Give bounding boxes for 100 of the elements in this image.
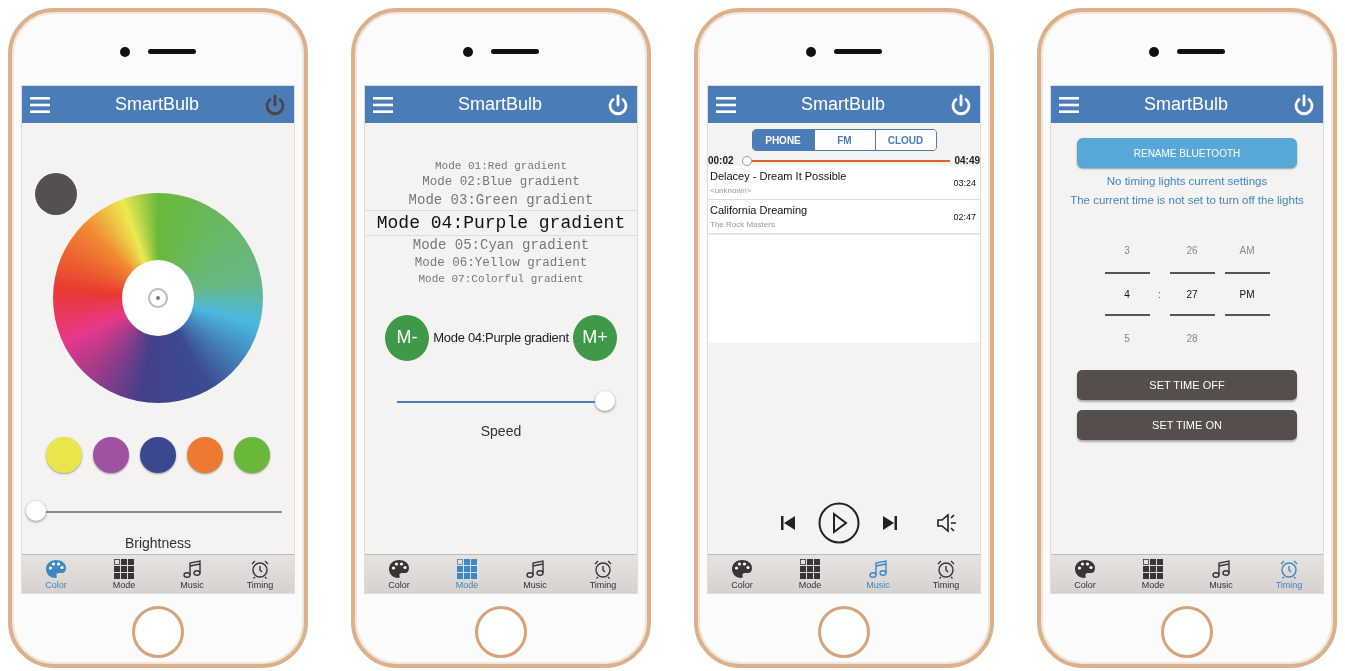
- app-title: SmartBulb: [800, 94, 885, 115]
- app-title: SmartBulb: [1143, 94, 1228, 115]
- home-button[interactable]: [818, 606, 870, 658]
- nav-tab[interactable]: Timing: [912, 555, 980, 593]
- palette-icon: [45, 558, 67, 579]
- mode-option[interactable]: Mode 03:Green gradient: [408, 190, 594, 210]
- nav-tab[interactable]: Mode: [776, 555, 844, 593]
- preset-color-swatch[interactable]: [187, 437, 223, 473]
- source-tab[interactable]: FM: [813, 130, 875, 150]
- grid-icon: [114, 558, 134, 579]
- song-row[interactable]: California Dreaming The Rock Masters 02:47: [708, 200, 980, 234]
- song-row[interactable]: Delacey - Dream It Possible <unknown> 03:24: [708, 166, 980, 200]
- picker-value[interactable]: 3: [1124, 228, 1130, 272]
- power-icon[interactable]: [1293, 93, 1315, 116]
- speaker-grille-icon: [491, 49, 539, 54]
- camera-icon: [463, 46, 473, 57]
- status-message: No timing lights current settings: [1105, 175, 1269, 187]
- preset-color-swatch[interactable]: [93, 437, 129, 473]
- menu-icon[interactable]: [373, 96, 393, 113]
- nav-tab[interactable]: Music: [1187, 555, 1255, 593]
- status-message: The current time is not set to turn off the lights: [1069, 194, 1305, 206]
- source-tab[interactable]: CLOUD: [874, 130, 936, 150]
- power-icon[interactable]: [607, 93, 629, 116]
- elapsed-time: 00:02: [708, 155, 734, 166]
- speaker-grille-icon: [1177, 49, 1225, 54]
- total-time: 04:49: [954, 155, 980, 166]
- mode-option[interactable]: Mode 07:Colorful gradient: [418, 271, 584, 287]
- picker-value[interactable]: 28: [1186, 316, 1198, 360]
- nav-tab[interactable]: Music: [501, 555, 569, 593]
- source-tab[interactable]: PHONE: [752, 130, 814, 150]
- nav-tab[interactable]: Color: [1051, 555, 1119, 593]
- palette-icon: [731, 558, 753, 579]
- menu-icon[interactable]: [30, 96, 50, 113]
- power-icon[interactable]: [264, 93, 286, 116]
- picker-value[interactable]: 4: [1104, 272, 1150, 316]
- set-time-button[interactable]: SET TIME ON: [1077, 410, 1297, 440]
- nav-tab[interactable]: Color: [708, 555, 776, 593]
- palette-icon: [1074, 558, 1096, 579]
- progress-thumb[interactable]: [741, 155, 752, 166]
- song-title: California Dreaming: [710, 204, 808, 216]
- speaker-icon[interactable]: [936, 513, 958, 533]
- power-icon[interactable]: [950, 93, 972, 116]
- mode-option[interactable]: Mode 04:Purple gradient: [365, 209, 637, 236]
- next-track-icon[interactable]: [882, 515, 898, 531]
- mode-option[interactable]: Mode 05:Cyan gradient: [412, 235, 590, 255]
- preset-color-swatch[interactable]: [46, 437, 82, 473]
- menu-icon[interactable]: [716, 96, 736, 113]
- song-duration: 03:24: [953, 177, 976, 188]
- app-screen: SmartBulb RENAME BLUETOOTH No timing lights current settings The current time is not set to turn off the lights 3 4 5 : 26 27 28 AM PM SET TIME OFF SET TIME ON Color Mode Music Timing: [1050, 85, 1324, 594]
- nav-tab[interactable]: Music: [844, 555, 912, 593]
- song-title: Delacey - Dream It Possible: [710, 170, 847, 182]
- speaker-grille-icon: [834, 49, 882, 54]
- music-note-icon: [525, 558, 545, 579]
- home-button[interactable]: [1161, 606, 1213, 658]
- song-duration: 02:47: [953, 211, 976, 222]
- nav-tab[interactable]: Timing: [226, 555, 294, 593]
- nav-tab[interactable]: Mode: [433, 555, 501, 593]
- alarm-clock-icon: [593, 558, 613, 579]
- grid-icon: [457, 558, 477, 579]
- alarm-clock-icon: [250, 558, 270, 579]
- picker-value[interactable]: PM: [1224, 272, 1270, 316]
- alarm-clock-icon: [936, 558, 956, 579]
- grid-icon: [1143, 558, 1163, 579]
- nav-tab[interactable]: Mode: [1119, 555, 1187, 593]
- brightness-slider-thumb[interactable]: [26, 501, 46, 521]
- grid-icon: [800, 558, 820, 579]
- next-mode-button[interactable]: M+: [573, 314, 617, 361]
- preset-color-swatch[interactable]: [234, 437, 270, 473]
- music-note-icon: [182, 558, 202, 579]
- app-title: SmartBulb: [114, 94, 199, 115]
- menu-icon[interactable]: [1059, 96, 1079, 113]
- nav-tab[interactable]: Timing: [1255, 555, 1323, 593]
- picker-value[interactable]: AM: [1239, 228, 1255, 272]
- camera-icon: [120, 46, 130, 57]
- previous-track-icon[interactable]: [780, 515, 796, 531]
- rename-bluetooth-button[interactable]: RENAME BLUETOOTH: [1077, 138, 1297, 168]
- picker-value[interactable]: 26: [1186, 228, 1198, 272]
- nav-tab[interactable]: Color: [22, 555, 90, 593]
- mode-option[interactable]: Mode 02:Blue gradient: [422, 173, 580, 191]
- speed-slider-thumb[interactable]: [595, 390, 615, 411]
- speed-label: Speed: [479, 422, 523, 439]
- camera-icon: [806, 46, 816, 57]
- nav-tab[interactable]: Timing: [569, 555, 637, 593]
- nav-tab[interactable]: Color: [365, 555, 433, 593]
- current-mode-label: Mode 04:Purple gradient: [433, 330, 569, 345]
- home-button[interactable]: [475, 606, 527, 658]
- set-time-button[interactable]: SET TIME OFF: [1077, 370, 1297, 400]
- play-icon[interactable]: [818, 502, 860, 544]
- camera-icon: [1149, 46, 1159, 57]
- picker-value[interactable]: 5: [1124, 316, 1130, 360]
- wheel-knob-icon: [148, 288, 168, 308]
- mode-option[interactable]: Mode 06:Yellow gradient: [414, 254, 588, 272]
- previous-mode-button[interactable]: M-: [385, 314, 429, 361]
- home-button[interactable]: [132, 606, 184, 658]
- nav-tab[interactable]: Mode: [90, 555, 158, 593]
- nav-tab[interactable]: Music: [158, 555, 226, 593]
- picker-value[interactable]: 27: [1169, 272, 1215, 316]
- preset-color-swatch[interactable]: [140, 437, 176, 473]
- mode-option[interactable]: Mode 01:Red gradient: [435, 159, 567, 174]
- song-artist: The Rock Masters: [710, 220, 776, 229]
